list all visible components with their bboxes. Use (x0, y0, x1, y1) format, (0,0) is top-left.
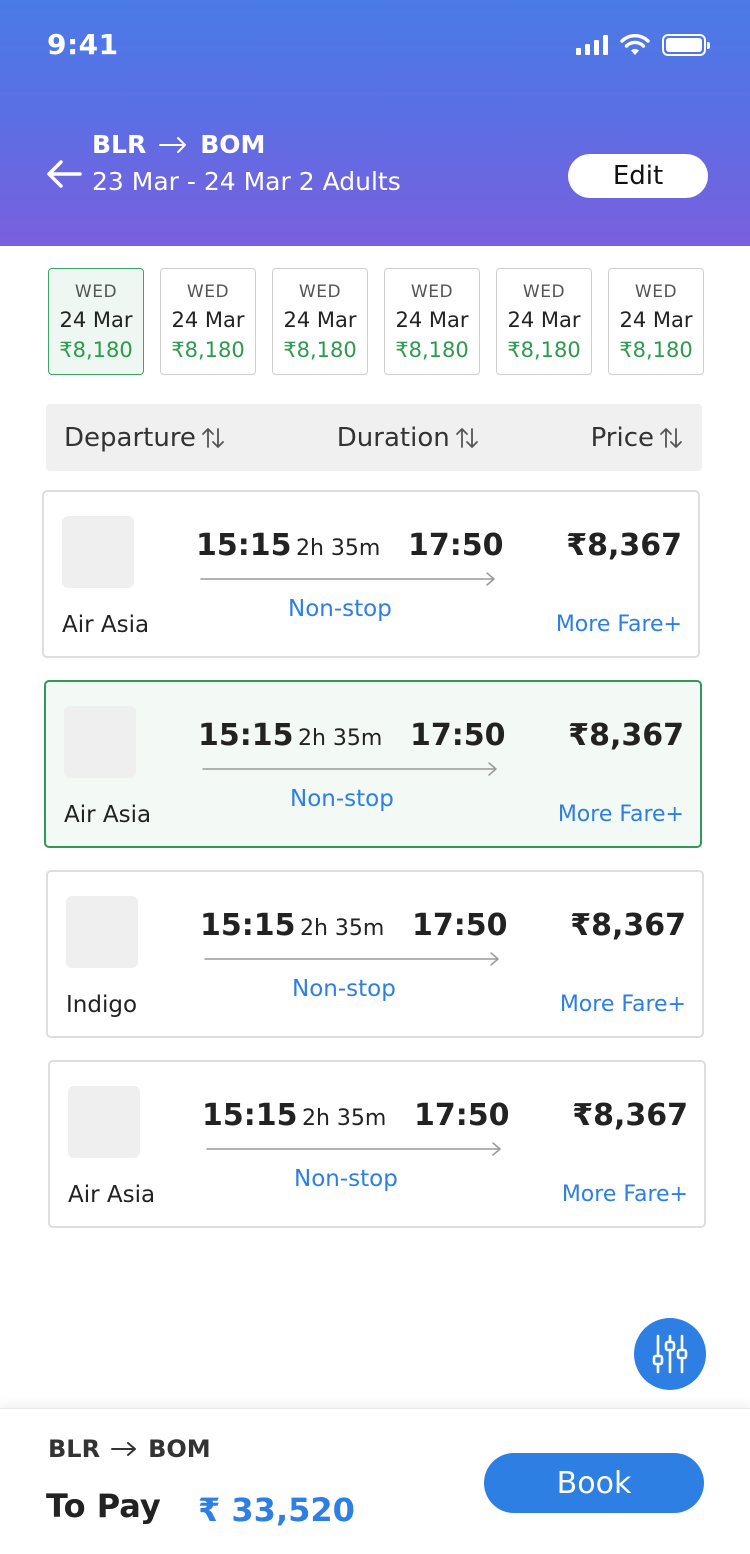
book-button[interactable]: Book (484, 1453, 704, 1513)
date-selector: WED 24 Mar ₹8,180 WED 24 Mar ₹8,180 WED 24 Mar ₹… (48, 268, 704, 375)
sort-departure-label: Departure (64, 422, 196, 453)
sort-up-down-icon (660, 427, 682, 448)
origin-code: BLR (92, 130, 147, 159)
flight-card[interactable]: Air Asia 15:15 2h 35m 17:50 Non-stop ₹8,367 Mo… (42, 490, 700, 658)
flight-duration: 2h 35m (298, 726, 383, 751)
airline-logo (66, 896, 138, 968)
date-option[interactable]: WED 24 Mar ₹8,180 (608, 268, 704, 375)
date-option[interactable]: WED 24 Mar ₹8,180 (160, 268, 256, 375)
airline-name: Indigo (66, 992, 138, 1018)
flight-duration: 2h 35m (296, 536, 381, 561)
status-icons (576, 34, 710, 56)
wifi-icon (620, 34, 650, 55)
date-date: 24 Mar (283, 307, 357, 332)
date-date: 24 Mar (59, 307, 133, 332)
flight-price: ₹8,367 (572, 1098, 688, 1133)
date-day: WED (410, 281, 454, 302)
departure-time: 15:15 (200, 908, 296, 943)
date-option[interactable]: WED 24 Mar ₹8,180 (384, 268, 480, 375)
arrival-time: 17:50 (412, 908, 508, 943)
battery-icon (662, 34, 710, 56)
arrival-time: 17:50 (410, 718, 506, 753)
more-fare-link[interactable]: More Fare+ (556, 612, 682, 637)
date-price: ₹8,180 (619, 337, 693, 362)
stops-label: Non-stop (288, 596, 392, 622)
bottom-origin-code: BLR (48, 1435, 101, 1463)
sort-price[interactable]: Price (591, 423, 684, 453)
route-arrow-icon (202, 762, 497, 776)
flight-card[interactable]: Indigo 15:15 2h 35m 17:50 Non-stop ₹8,367 More… (46, 870, 704, 1038)
flight-card[interactable]: Air Asia 15:15 2h 35m 17:50 Non-stop ₹8,367 Mo… (44, 680, 702, 848)
date-price: ₹8,180 (283, 337, 357, 362)
date-price: ₹8,180 (171, 337, 245, 362)
airline-name: Air Asia (68, 1182, 156, 1208)
sort-up-down-icon (202, 427, 224, 448)
stops-label: Non-stop (290, 786, 394, 812)
date-date: 24 Mar (507, 307, 581, 332)
sort-duration-label: Duration (336, 422, 450, 453)
edit-button[interactable]: Edit (568, 154, 708, 198)
to-pay-label: To Pay (46, 1487, 161, 1525)
flight-card[interactable]: Air Asia 15:15 2h 35m 17:50 Non-stop ₹8,367 Mo… (48, 1060, 706, 1228)
arrow-right-icon (111, 1442, 137, 1456)
airline-logo (64, 706, 136, 778)
date-day: WED (522, 281, 566, 302)
status-time: 9:41 (47, 28, 119, 61)
date-day: WED (298, 281, 342, 302)
flight-price: ₹8,367 (568, 718, 684, 753)
to-pay-amount: ₹ 33,520 (198, 1491, 355, 1529)
route-arrow-icon (206, 1142, 501, 1156)
arrival-time: 17:50 (408, 528, 504, 563)
date-date: 24 Mar (619, 307, 693, 332)
sort-bar: Departure Duration Price (46, 404, 702, 471)
more-fare-link[interactable]: More Fare+ (562, 1182, 688, 1207)
route-arrow-icon (204, 952, 499, 966)
flight-duration: 2h 35m (302, 1106, 387, 1131)
filter-button[interactable] (634, 1318, 706, 1390)
app-header: 9:41 BLR BOM 23 Mar - 24 Mar 2 Adults Ed… (0, 0, 750, 246)
date-price: ₹8,180 (59, 337, 133, 362)
route-title: BLR BOM (92, 130, 265, 159)
date-option[interactable]: WED 24 Mar ₹8,180 (496, 268, 592, 375)
date-date: 24 Mar (171, 307, 245, 332)
date-option[interactable]: WED 24 Mar ₹8,180 (272, 268, 368, 375)
stops-label: Non-stop (292, 976, 396, 1002)
flight-price: ₹8,367 (566, 528, 682, 563)
departure-time: 15:15 (202, 1098, 298, 1133)
date-price: ₹8,180 (507, 337, 581, 362)
airline-name: Air Asia (62, 612, 150, 638)
route-arrow-icon (200, 572, 495, 586)
bottom-route: BLR BOM (48, 1435, 211, 1463)
sort-departure[interactable]: Departure (64, 423, 226, 453)
sort-duration[interactable]: Duration (337, 423, 480, 453)
date-option[interactable]: WED 24 Mar ₹8,180 (48, 268, 144, 375)
arrival-time: 17:50 (414, 1098, 510, 1133)
date-day: WED (634, 281, 678, 302)
more-fare-link[interactable]: More Fare+ (558, 802, 684, 827)
trip-info: 23 Mar - 24 Mar 2 Adults (92, 167, 401, 196)
flight-duration: 2h 35m (300, 916, 385, 941)
destination-code: BOM (200, 130, 266, 159)
bottom-destination-code: BOM (148, 1435, 211, 1463)
sliders-icon (652, 1334, 688, 1374)
airline-logo (62, 516, 134, 588)
date-day: WED (186, 281, 230, 302)
date-day: WED (74, 281, 118, 302)
arrow-right-icon (159, 136, 187, 153)
back-arrow-icon[interactable] (44, 156, 84, 192)
date-price: ₹8,180 (395, 337, 469, 362)
airline-name: Air Asia (64, 802, 152, 828)
flight-price: ₹8,367 (570, 908, 686, 943)
departure-time: 15:15 (198, 718, 294, 753)
more-fare-link[interactable]: More Fare+ (560, 992, 686, 1017)
airline-logo (68, 1086, 140, 1158)
signal-icon (576, 35, 608, 55)
sort-up-down-icon (455, 427, 478, 448)
departure-time: 15:15 (196, 528, 292, 563)
sort-price-label: Price (590, 422, 654, 453)
date-date: 24 Mar (395, 307, 469, 332)
bottom-bar: BLR BOM To Pay ₹ 33,520 Book (0, 1408, 750, 1554)
stops-label: Non-stop (294, 1166, 398, 1192)
